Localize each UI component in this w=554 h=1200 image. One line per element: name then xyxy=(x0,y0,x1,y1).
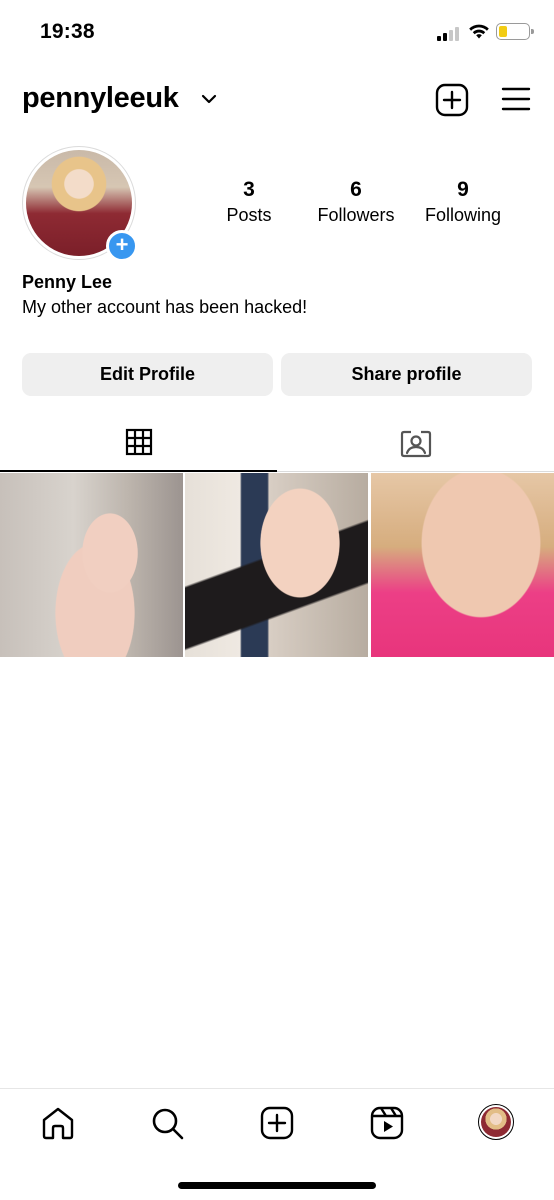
avatar xyxy=(481,1107,511,1137)
profile-header: pennyleeuk xyxy=(0,72,554,126)
profile-tab-avatar[interactable] xyxy=(478,1104,514,1140)
following-count-value: 9 xyxy=(457,178,469,201)
profile-avatar[interactable]: + xyxy=(22,146,138,262)
post-thumbnail[interactable] xyxy=(371,473,554,657)
post-thumbnail[interactable] xyxy=(0,473,183,657)
search-icon[interactable] xyxy=(149,1105,185,1141)
status-bar: 19:38 xyxy=(0,0,554,66)
reels-icon[interactable] xyxy=(369,1105,405,1141)
tagged-icon xyxy=(400,430,431,457)
battery-icon xyxy=(496,23,534,40)
home-indicator xyxy=(178,1182,376,1189)
tab-tagged[interactable] xyxy=(277,414,554,472)
followers-count-label: Followers xyxy=(317,205,395,225)
following-count[interactable]: 9 Following xyxy=(408,178,518,226)
posts-count-label: Posts xyxy=(226,205,272,225)
edit-profile-button[interactable]: Edit Profile xyxy=(22,353,273,396)
posts-grid xyxy=(0,473,554,657)
add-story-button[interactable]: + xyxy=(106,230,138,262)
menu-icon[interactable] xyxy=(501,86,531,112)
share-profile-button[interactable]: Share profile xyxy=(281,353,532,396)
cellular-signal-icon xyxy=(437,25,463,41)
wifi-icon xyxy=(469,24,489,39)
tab-posts-grid[interactable] xyxy=(0,414,277,472)
post-thumbnail[interactable] xyxy=(185,473,368,657)
followers-count[interactable]: 6 Followers xyxy=(301,178,411,226)
home-icon[interactable] xyxy=(40,1105,76,1141)
bio-text: My other account has been hacked! xyxy=(22,297,308,317)
following-count-label: Following xyxy=(424,205,502,225)
display-name: Penny Lee xyxy=(22,272,113,292)
grid-icon xyxy=(125,428,152,456)
posts-count-value: 3 xyxy=(243,178,255,201)
profile-tabs xyxy=(0,414,554,472)
posts-count[interactable]: 3 Posts xyxy=(194,178,304,226)
chevron-down-icon[interactable] xyxy=(200,92,218,106)
status-time: 19:38 xyxy=(40,20,95,43)
followers-count-value: 6 xyxy=(350,178,362,201)
username-switcher[interactable]: pennyleeuk xyxy=(22,82,179,115)
create-icon[interactable] xyxy=(259,1105,295,1141)
add-post-icon[interactable] xyxy=(435,83,469,117)
